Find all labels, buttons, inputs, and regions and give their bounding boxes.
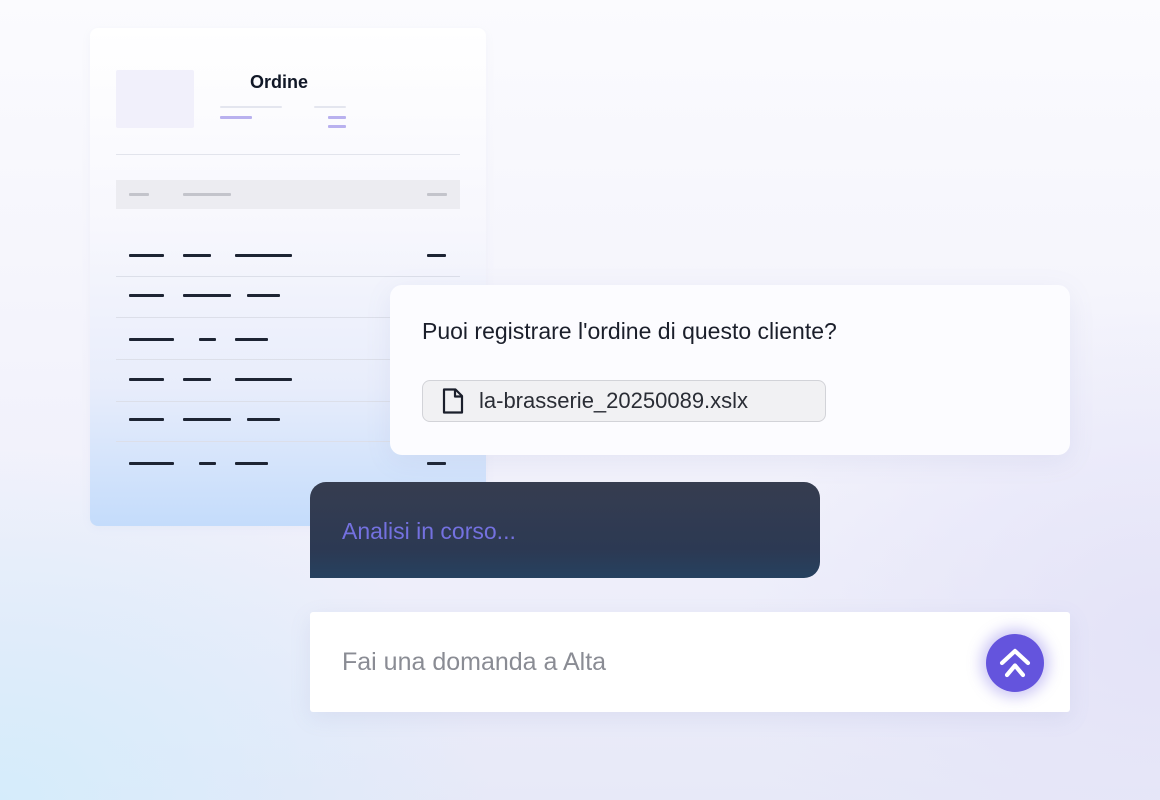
document-divider <box>116 154 460 155</box>
row-divider <box>116 276 460 277</box>
alta-logo-icon <box>999 648 1031 678</box>
table-cell <box>183 418 231 421</box>
table-cell <box>129 418 164 421</box>
table-cell <box>247 294 280 297</box>
user-message-text: Puoi registrare l'ordine di questo clien… <box>422 318 837 344</box>
table-cell <box>129 254 164 257</box>
table-cell <box>235 378 292 381</box>
user-message-card: Puoi registrare l'ordine di questo clien… <box>390 285 1070 455</box>
table-cell <box>235 462 268 465</box>
document-meta-line <box>314 106 346 108</box>
table-cell <box>247 418 280 421</box>
document-title: Ordine <box>250 72 309 92</box>
document-meta-accent <box>328 125 346 128</box>
table-cell <box>129 462 174 465</box>
table-cell <box>199 462 216 465</box>
table-cell <box>427 462 446 465</box>
chat-input-bar <box>310 612 1070 712</box>
file-attachment-chip[interactable]: la-brasserie_20250089.xslx <box>422 380 826 422</box>
send-button[interactable] <box>986 634 1044 692</box>
table-cell <box>129 378 164 381</box>
file-attachment-name: la-brasserie_20250089.xslx <box>479 388 749 413</box>
document-meta-accent <box>328 116 346 119</box>
document-logo-placeholder <box>116 70 194 128</box>
table-header-cell <box>129 193 149 196</box>
table-cell <box>129 294 164 297</box>
table-header-cell <box>427 193 447 196</box>
table-cell <box>199 338 216 341</box>
assistant-status-bubble: Analisi in corso... <box>310 482 820 578</box>
table-cell <box>235 254 292 257</box>
assistant-status-text: Analisi in corso... <box>342 518 516 544</box>
table-cell <box>129 338 174 341</box>
table-cell <box>235 338 268 341</box>
document-meta-accent <box>220 116 252 119</box>
chat-input[interactable] <box>342 642 942 682</box>
document-meta-line <box>220 106 282 108</box>
table-cell <box>183 378 211 381</box>
table-header-cell <box>183 193 231 196</box>
document-table-header <box>116 180 460 209</box>
table-cell <box>183 294 231 297</box>
table-cell <box>183 254 211 257</box>
document-icon <box>442 388 464 414</box>
table-cell <box>427 254 446 257</box>
